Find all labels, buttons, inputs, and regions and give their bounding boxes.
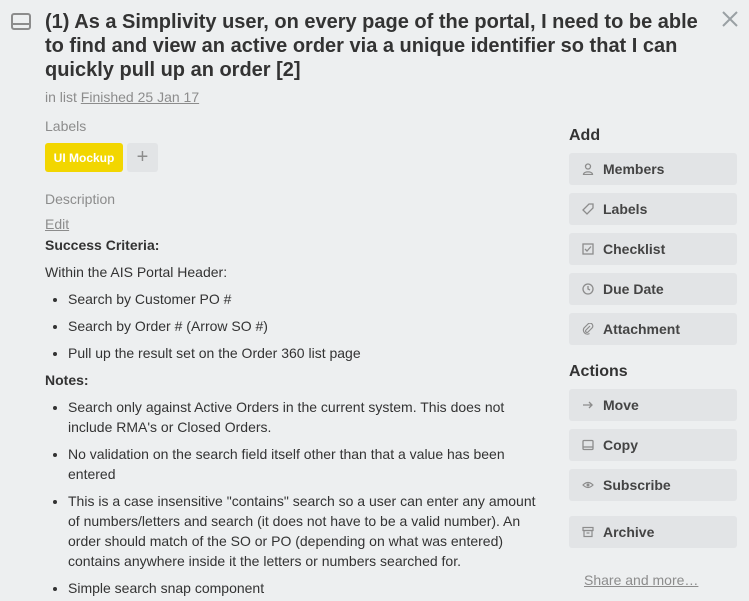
notes-heading: Notes:	[45, 372, 89, 388]
eye-icon	[581, 478, 595, 492]
description-body: Success Criteria: Within the AIS Portal …	[45, 233, 545, 601]
person-icon	[581, 162, 595, 176]
list-item: Pull up the result set on the Order 360 …	[68, 343, 545, 363]
move-button[interactable]: Move	[569, 389, 737, 421]
list-item: Simple search snap component	[68, 578, 545, 598]
list-item: Search only against Active Orders in the…	[68, 397, 545, 437]
attachment-button[interactable]: Attachment	[569, 313, 737, 345]
list-item: Search by Customer PO #	[68, 289, 545, 309]
archive-label: Archive	[603, 524, 655, 540]
attachment-label: Attachment	[603, 321, 681, 337]
label-chip-ui-mockup[interactable]: UI Mockup	[45, 143, 123, 172]
subscribe-button[interactable]: Subscribe	[569, 469, 737, 501]
criteria-list: Search by Customer PO # Search by Order …	[45, 289, 545, 363]
checklist-label: Checklist	[603, 241, 666, 257]
card-icon	[11, 13, 31, 30]
copy-label: Copy	[603, 437, 638, 453]
criteria-intro: Within the AIS Portal Header:	[45, 264, 228, 280]
members-label: Members	[603, 161, 665, 177]
close-icon[interactable]	[719, 8, 741, 30]
labels-button[interactable]: Labels	[569, 193, 737, 225]
arrow-right-icon	[581, 398, 595, 412]
list-link[interactable]: Finished 25 Jan 17	[81, 89, 199, 105]
list-item: Search by Order # (Arrow SO #)	[68, 316, 545, 336]
list-item: No validation on the search field itself…	[68, 444, 545, 484]
archive-button[interactable]: Archive	[569, 516, 737, 548]
archive-icon	[581, 525, 595, 539]
add-label-button[interactable]: +	[127, 143, 158, 172]
share-and-more-link[interactable]: Share and more…	[584, 572, 698, 588]
copy-button[interactable]: Copy	[569, 429, 737, 461]
notes-list: Search only against Active Orders in the…	[45, 397, 545, 598]
labels-label: Labels	[603, 201, 648, 217]
due-date-button[interactable]: Due Date	[569, 273, 737, 305]
labels-heading: Labels	[45, 118, 87, 134]
edit-description-link[interactable]: Edit	[45, 216, 69, 232]
in-list-prefix: in list	[45, 89, 77, 105]
move-label: Move	[603, 397, 639, 413]
success-criteria-heading: Success Criteria:	[45, 237, 160, 253]
tag-icon	[581, 202, 595, 216]
add-heading: Add	[569, 127, 601, 144]
card-icon	[581, 438, 595, 452]
description-heading: Description	[45, 191, 116, 207]
checkbox-icon	[581, 242, 595, 256]
subscribe-label: Subscribe	[603, 477, 671, 493]
checklist-button[interactable]: Checklist	[569, 233, 737, 265]
clock-icon	[581, 282, 595, 296]
actions-heading: Actions	[569, 363, 628, 380]
paperclip-icon	[581, 322, 595, 336]
due-date-label: Due Date	[603, 281, 664, 297]
list-info: in list Finished 25 Jan 17	[45, 89, 199, 105]
members-button[interactable]: Members	[569, 153, 737, 185]
list-item: This is a case insensitive "contains" se…	[68, 491, 545, 571]
card-title[interactable]: (1) As a Simplivity user, on every page …	[45, 10, 715, 82]
